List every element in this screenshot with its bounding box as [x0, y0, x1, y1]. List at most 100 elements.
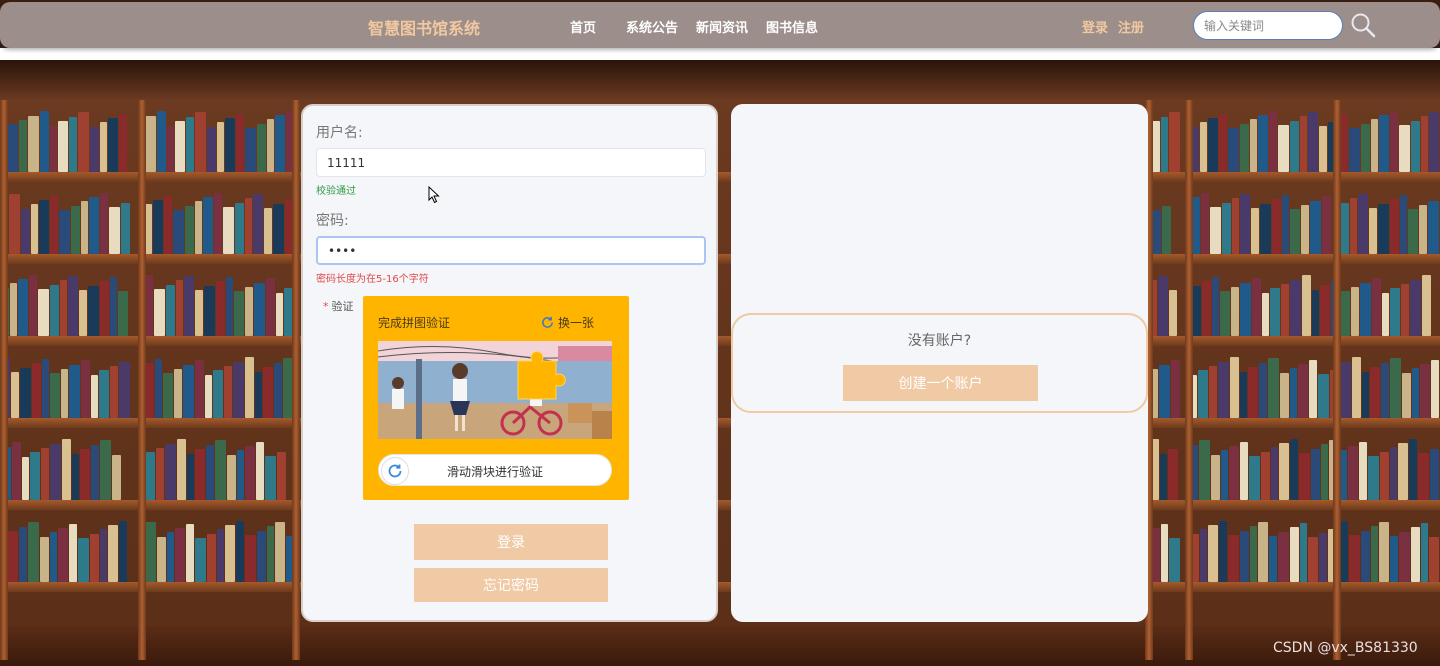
book: [81, 201, 88, 254]
book: [1371, 526, 1378, 582]
site-title[interactable]: 智慧图书馆系统: [368, 15, 480, 39]
create-account-button[interactable]: 创建一个账户: [843, 365, 1038, 401]
book-group: [1190, 356, 1340, 418]
username-input[interactable]: 11111: [316, 148, 706, 177]
forgot-password-button[interactable]: 忘记密码: [414, 568, 608, 602]
book: [154, 288, 165, 336]
password-input[interactable]: ••••: [316, 236, 706, 265]
captcha-slider-handle[interactable]: [381, 457, 409, 485]
book: [88, 285, 99, 336]
book: [175, 121, 185, 172]
book-group: [145, 192, 295, 254]
book: [68, 275, 78, 336]
book: [1370, 367, 1380, 418]
book: [89, 196, 99, 254]
book: [236, 113, 244, 172]
book: [145, 274, 153, 336]
book: [100, 440, 111, 500]
book: [1240, 530, 1249, 582]
book: [28, 115, 39, 172]
book: [58, 528, 68, 582]
login-link[interactable]: 登录: [1082, 17, 1108, 36]
book: [1290, 368, 1297, 418]
book: [225, 118, 235, 172]
shelf-post: [292, 100, 300, 660]
book: [1402, 372, 1411, 418]
book-group: [1340, 110, 1440, 172]
book: [1348, 446, 1358, 500]
book: [40, 536, 49, 582]
book: [1290, 438, 1298, 500]
captcha-slider-track[interactable]: 滑动滑块进行验证: [378, 454, 612, 486]
book: [41, 359, 49, 418]
book: [1272, 199, 1281, 254]
search-input[interactable]: [1193, 11, 1343, 40]
book: [245, 446, 255, 500]
nav-item-books[interactable]: 图书信息: [766, 17, 818, 36]
book: [145, 522, 156, 582]
book: [1381, 362, 1389, 418]
book-group: [145, 274, 295, 336]
nav-item-announcements[interactable]: 系统公告: [626, 17, 678, 36]
book: [19, 526, 27, 582]
book: [195, 290, 203, 336]
nav-item-news[interactable]: 新闻资讯: [696, 17, 748, 36]
book: [1252, 278, 1261, 336]
book: [1410, 279, 1421, 336]
book: [237, 450, 244, 500]
book-group: [0, 520, 130, 582]
book: [112, 454, 121, 500]
book: [90, 533, 99, 582]
book: [1420, 364, 1430, 418]
book-group: [1340, 356, 1440, 418]
login-button[interactable]: 登录: [414, 524, 608, 560]
book: [1258, 114, 1268, 172]
book: [1222, 202, 1231, 254]
book: [100, 122, 107, 172]
book: [1171, 360, 1180, 418]
book: [245, 357, 254, 418]
book: [110, 277, 117, 336]
book: [8, 124, 18, 172]
book: [1429, 537, 1439, 582]
book: [264, 208, 272, 254]
book: [266, 278, 275, 336]
book: [245, 127, 256, 172]
book: [263, 367, 273, 418]
book: [22, 456, 29, 500]
book: [58, 121, 68, 172]
book-group: [1150, 438, 1180, 500]
register-link[interactable]: 注册: [1118, 17, 1144, 36]
book: [156, 447, 164, 500]
book: [186, 523, 194, 582]
search-icon[interactable]: [1350, 12, 1376, 38]
book: [225, 524, 235, 582]
book: [79, 290, 87, 336]
book: [1358, 193, 1368, 254]
book: [1419, 205, 1427, 254]
nav-item-home[interactable]: 首页: [570, 17, 596, 36]
book: [1240, 282, 1251, 336]
book: [1372, 278, 1381, 336]
book: [1301, 205, 1309, 254]
book: [91, 374, 99, 418]
book: [265, 455, 276, 500]
book: [173, 209, 184, 254]
book: [1290, 527, 1299, 582]
book-group: [1150, 274, 1180, 336]
book: [1340, 450, 1347, 500]
header-divider: [0, 48, 1440, 60]
book: [1158, 275, 1168, 336]
book-group: [1340, 274, 1440, 336]
book: [1208, 524, 1218, 582]
watermark: CSDN @vx_BS81330: [1273, 640, 1418, 656]
book: [1201, 192, 1209, 254]
book: [1379, 114, 1389, 172]
password-label: 密码:: [316, 213, 349, 229]
book: [69, 364, 81, 418]
book: [38, 288, 49, 336]
book: [1361, 530, 1370, 582]
book: [217, 529, 224, 582]
captcha-refresh-button[interactable]: 换一张: [541, 314, 594, 331]
book: [226, 277, 233, 336]
